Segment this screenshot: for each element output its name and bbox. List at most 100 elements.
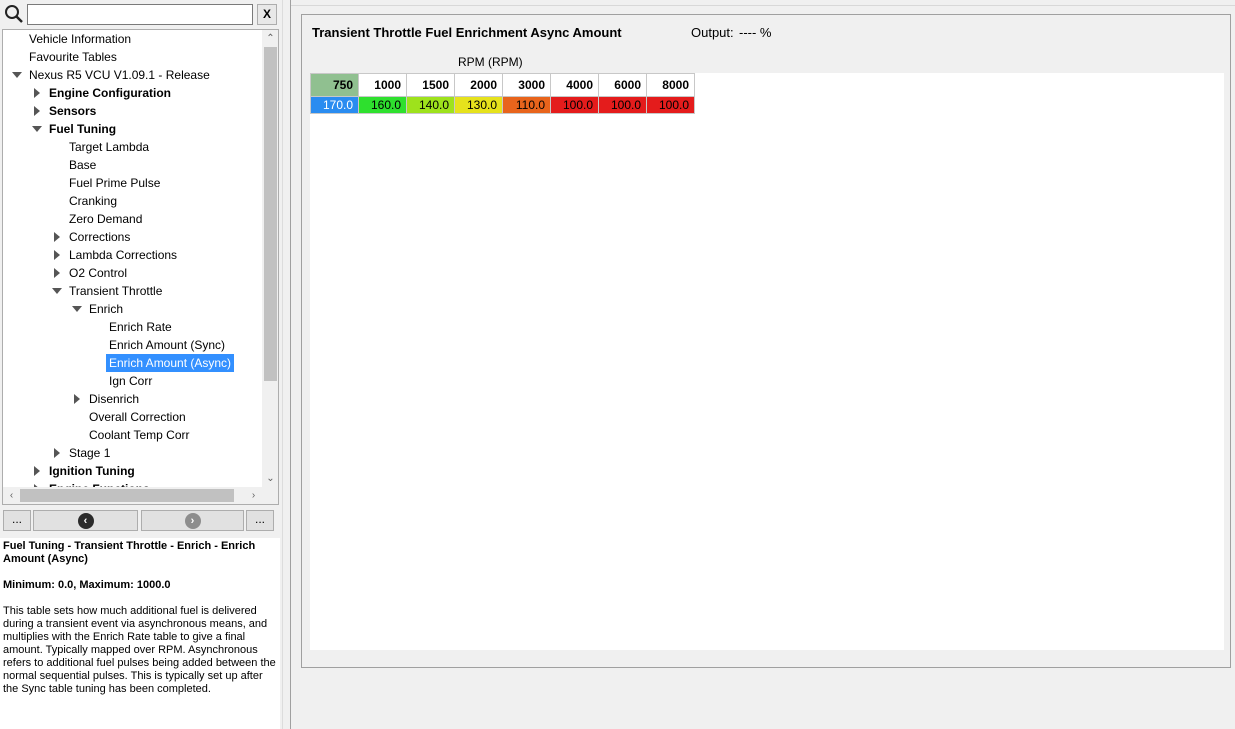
collapsed-arrow-icon[interactable] xyxy=(51,228,63,246)
tree-item[interactable]: Enrich Rate xyxy=(3,318,262,336)
tree-item[interactable]: Base xyxy=(3,156,262,174)
expanded-arrow-icon[interactable] xyxy=(71,300,83,318)
vertical-scroll-thumb[interactable] xyxy=(264,47,277,381)
collapsed-arrow-icon[interactable] xyxy=(31,480,43,487)
scroll-down-icon[interactable]: ⌄ xyxy=(262,470,278,487)
history-nav-bar: ... ‹ › ... xyxy=(0,508,282,534)
collapsed-arrow-icon[interactable] xyxy=(31,102,43,120)
collapsed-arrow-icon[interactable] xyxy=(71,390,83,408)
map-table: 750 1000 1500 2000 3000 4000 6000 8000 170.0 160… xyxy=(310,73,695,114)
tree-item[interactable]: Disenrich xyxy=(3,390,262,408)
tree-item[interactable]: Enrich xyxy=(3,300,262,318)
rpm-axis-cell[interactable]: 4000 xyxy=(550,73,599,97)
help-panel: Fuel Tuning - Transient Throttle - Enric… xyxy=(0,538,280,729)
tree-item[interactable]: Corrections xyxy=(3,228,262,246)
x-axis-label: RPM (RPM) xyxy=(458,55,523,69)
collapsed-arrow-icon[interactable] xyxy=(51,264,63,282)
expanded-arrow-icon[interactable] xyxy=(11,66,23,84)
tree-item-label: Base xyxy=(69,158,97,172)
tree-item-label: Cranking xyxy=(69,194,118,208)
clear-search-button[interactable]: X xyxy=(257,4,277,25)
tree-item-label: Lambda Corrections xyxy=(69,248,178,262)
horizontal-scroll-thumb[interactable] xyxy=(20,489,234,502)
tree-item[interactable]: Coolant Temp Corr xyxy=(3,426,262,444)
rpm-axis-cell[interactable]: 1500 xyxy=(406,73,455,97)
output-label: Output: xyxy=(691,25,734,40)
tree-item-label: Enrich Amount (Sync) xyxy=(109,338,226,352)
table-value-cell[interactable]: 140.0 xyxy=(406,96,455,114)
tree-item[interactable]: Zero Demand xyxy=(3,210,262,228)
value-row: 170.0 160.0 140.0 130.0 110.0 100.0 100.0 100.0 xyxy=(310,96,695,114)
tree-item-label: Zero Demand xyxy=(69,212,143,226)
tree-item[interactable]: O2 Control xyxy=(3,264,262,282)
collapsed-arrow-icon[interactable] xyxy=(51,444,63,462)
horizontal-scrollbar[interactable]: ‹ › xyxy=(3,487,262,504)
tree-item[interactable]: Transient Throttle xyxy=(3,282,262,300)
table-value-cell[interactable]: 130.0 xyxy=(454,96,503,114)
rpm-axis-cell[interactable]: 8000 xyxy=(646,73,695,97)
scroll-right-icon[interactable]: › xyxy=(245,487,262,504)
tree-item[interactable]: Enrich Amount (Sync) xyxy=(3,336,262,354)
collapsed-arrow-icon[interactable] xyxy=(31,462,43,480)
tree-item-label: Ignition Tuning xyxy=(49,464,135,478)
tree-item[interactable]: Stage 1 xyxy=(3,444,262,462)
tree-item[interactable]: Overall Correction xyxy=(3,408,262,426)
tree-item[interactable]: Fuel Prime Pulse xyxy=(3,174,262,192)
panel-splitter[interactable] xyxy=(282,0,291,729)
table-value-cell[interactable]: 100.0 xyxy=(550,96,599,114)
tree-item[interactable]: Ignition Tuning xyxy=(3,462,262,480)
tree-item-label: Vehicle Information xyxy=(29,32,132,46)
chevron-right-icon: › xyxy=(184,513,201,529)
table-value-cell[interactable]: 100.0 xyxy=(646,96,695,114)
tree-item-label: Nexus R5 VCU V1.09.1 - Release xyxy=(29,68,210,82)
output-value: ---- % xyxy=(739,25,772,40)
tree-item-label: Disenrich xyxy=(89,392,140,406)
tree-item-label: Enrich Rate xyxy=(109,320,172,334)
scroll-up-icon[interactable]: ⌃ xyxy=(262,30,278,47)
tree-item[interactable]: Enrich Amount (Async) xyxy=(3,354,262,372)
right-ellipsis-button[interactable]: ... xyxy=(246,510,274,531)
tree-item[interactable]: Target Lambda xyxy=(3,138,262,156)
tree-item[interactable]: Nexus R5 VCU V1.09.1 - Release xyxy=(3,66,262,84)
tree-item-label: Overall Correction xyxy=(89,410,186,424)
tree-item-label: Ign Corr xyxy=(109,374,153,388)
tree-item[interactable]: Ign Corr xyxy=(3,372,262,390)
tree-item-label: Engine Configuration xyxy=(49,86,171,100)
search-icon[interactable] xyxy=(4,4,24,24)
collapsed-arrow-icon[interactable] xyxy=(51,246,63,264)
forward-button[interactable]: › xyxy=(141,510,244,531)
collapsed-arrow-icon[interactable] xyxy=(31,84,43,102)
scroll-corner xyxy=(262,487,278,504)
tree-item[interactable]: Fuel Tuning xyxy=(3,120,262,138)
tree-item[interactable]: Lambda Corrections xyxy=(3,246,262,264)
rpm-axis-cell[interactable]: 1000 xyxy=(358,73,407,97)
expanded-arrow-icon[interactable] xyxy=(31,120,43,138)
tree-item[interactable]: Engine Configuration xyxy=(3,84,262,102)
tree-item-label: Engine Functions xyxy=(46,480,153,487)
scroll-left-icon[interactable]: ‹ xyxy=(3,487,20,504)
rpm-axis-cell[interactable]: 2000 xyxy=(454,73,503,97)
help-range: Minimum: 0.0, Maximum: 1000.0 xyxy=(3,579,171,591)
table-value-cell[interactable]: 100.0 xyxy=(598,96,647,114)
vertical-scrollbar[interactable]: ⌃ ⌄ xyxy=(262,30,278,487)
tree-item[interactable]: Engine Functions xyxy=(3,480,262,487)
table-area: 750 1000 1500 2000 3000 4000 6000 8000 170.0 160… xyxy=(310,73,1224,650)
table-value-cell[interactable]: 160.0 xyxy=(358,96,407,114)
tree-item-label: Sensors xyxy=(49,104,97,118)
tree-item-label: Coolant Temp Corr xyxy=(89,428,190,442)
tree-item[interactable]: Sensors xyxy=(3,102,262,120)
search-input[interactable] xyxy=(27,4,253,25)
tree-item-label: Corrections xyxy=(69,230,131,244)
tree-item[interactable]: Cranking xyxy=(3,192,262,210)
expanded-arrow-icon[interactable] xyxy=(51,282,63,300)
table-value-cell[interactable]: 170.0 xyxy=(310,96,359,114)
left-ellipsis-button[interactable]: ... xyxy=(3,510,31,531)
rpm-axis-cell[interactable]: 6000 xyxy=(598,73,647,97)
table-value-cell[interactable]: 110.0 xyxy=(502,96,551,114)
rpm-axis-cell[interactable]: 750 xyxy=(310,73,359,97)
table-editor-panel: Transient Throttle Fuel Enrichment Async… xyxy=(301,14,1231,668)
tree-item[interactable]: Favourite Tables xyxy=(3,48,262,66)
tree-item[interactable]: Vehicle Information xyxy=(3,30,262,48)
rpm-axis-cell[interactable]: 3000 xyxy=(502,73,551,97)
back-button[interactable]: ‹ xyxy=(33,510,138,531)
